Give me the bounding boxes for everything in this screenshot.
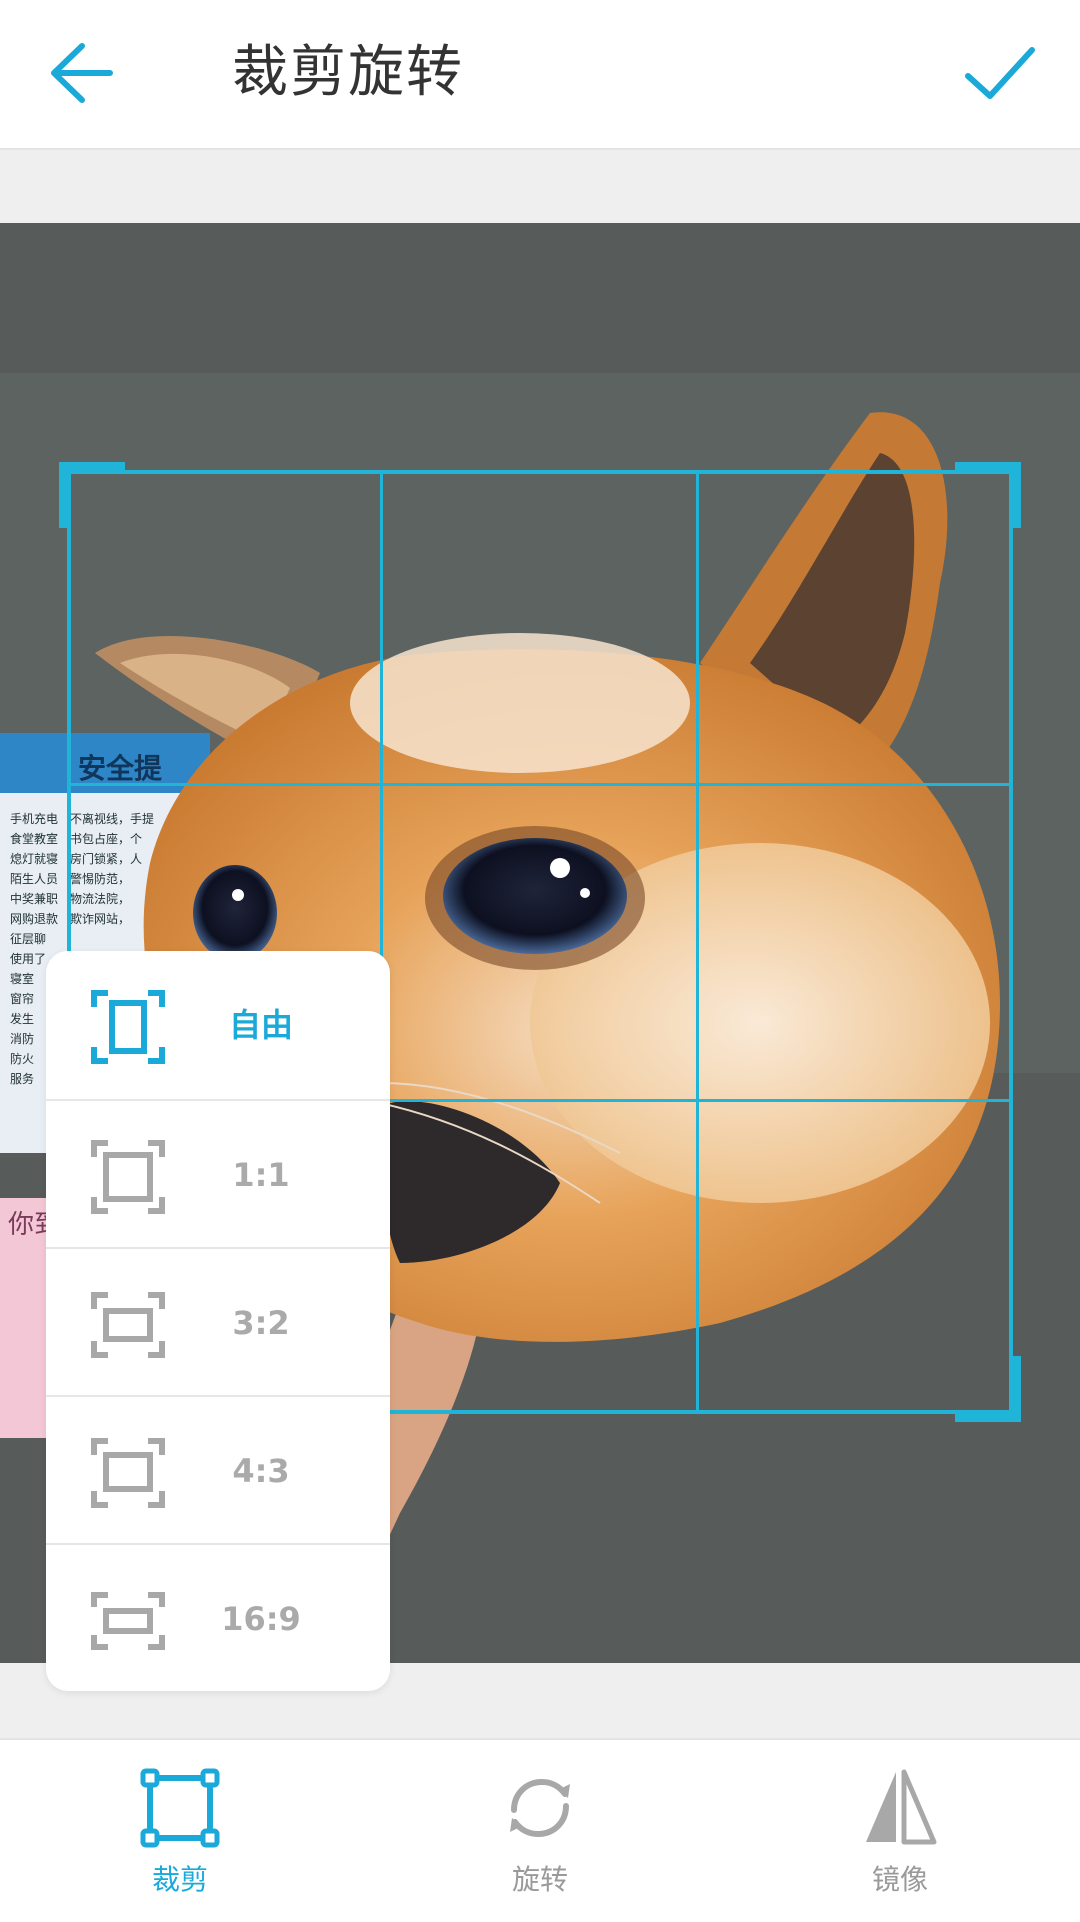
poster-line: 服务 bbox=[10, 1071, 34, 1086]
poster-line: 陌生人员 bbox=[10, 872, 58, 886]
poster-line: 发生 bbox=[10, 1011, 34, 1026]
ratio-option-1-1[interactable]: 1:1 bbox=[46, 1099, 390, 1249]
ratio-option-3-2[interactable]: 3:2 bbox=[46, 1247, 390, 1397]
ratio-option-4-3[interactable]: 4:3 bbox=[46, 1395, 390, 1545]
poster-line: 使用了 bbox=[10, 951, 46, 966]
crop-grid-line bbox=[696, 470, 699, 1414]
crop-handle-top-left[interactable] bbox=[59, 462, 71, 528]
poster-line: 网购退款 bbox=[10, 911, 58, 926]
ratio-label: 1:1 bbox=[232, 1156, 290, 1194]
back-button[interactable] bbox=[46, 36, 120, 110]
poster-line: 征层聊 bbox=[10, 932, 46, 946]
poster-line: 食堂教室 bbox=[10, 831, 58, 846]
poster-line: 防火 bbox=[10, 1051, 34, 1066]
ratio-4-3-icon bbox=[91, 1438, 165, 1508]
poster-line: 消防 bbox=[10, 1031, 34, 1046]
tool-mirror[interactable]: 镜像 bbox=[810, 1740, 990, 1922]
rotate-icon bbox=[510, 1778, 570, 1838]
back-arrow-icon bbox=[51, 43, 113, 103]
poster-line: 手机充电 bbox=[10, 811, 58, 826]
poster-line: 中奖兼职 bbox=[10, 891, 58, 906]
tool-label: 镜像 bbox=[871, 1863, 928, 1896]
checkmark-icon bbox=[965, 47, 1035, 99]
ratio-16-9-icon bbox=[91, 1592, 165, 1650]
crop-handle-top-right[interactable] bbox=[1009, 462, 1021, 528]
tool-rotate[interactable]: 旋转 bbox=[450, 1740, 630, 1922]
tool-crop[interactable]: 裁剪 bbox=[90, 1740, 270, 1922]
page-title: 裁剪旋转 bbox=[232, 40, 464, 105]
crop-handle-bottom-right[interactable] bbox=[1009, 1356, 1021, 1422]
header-bar: 裁剪旋转 bbox=[0, 0, 1080, 150]
tool-label: 旋转 bbox=[511, 1863, 568, 1896]
free-crop-icon bbox=[91, 990, 165, 1064]
crop-icon bbox=[140, 1768, 220, 1848]
bottom-toolbar: 裁剪 旋转 镜像 bbox=[0, 1738, 1080, 1922]
ratio-label: 16:9 bbox=[221, 1600, 301, 1638]
ratio-3-2-icon bbox=[91, 1292, 165, 1358]
ratio-option-free[interactable]: 自由 bbox=[46, 951, 390, 1099]
ratio-label: 3:2 bbox=[232, 1304, 290, 1342]
poster-line: 窗帘 bbox=[10, 991, 34, 1006]
poster-line: 熄灯就寝 bbox=[10, 851, 58, 866]
mirror-icon bbox=[866, 1769, 937, 1845]
ratio-label: 自由 bbox=[228, 1006, 293, 1044]
crop-ratio-menu: 自由 1:1 3:2 4:3 16:9 bbox=[46, 951, 390, 1691]
poster-line: 寝室 bbox=[10, 971, 34, 986]
confirm-button[interactable] bbox=[962, 36, 1038, 110]
ratio-1-1-icon bbox=[91, 1140, 165, 1214]
crop-grid-line bbox=[67, 783, 1013, 786]
ratio-label: 4:3 bbox=[232, 1452, 290, 1490]
ratio-option-16-9[interactable]: 16:9 bbox=[46, 1543, 390, 1691]
tool-label: 裁剪 bbox=[151, 1863, 208, 1896]
